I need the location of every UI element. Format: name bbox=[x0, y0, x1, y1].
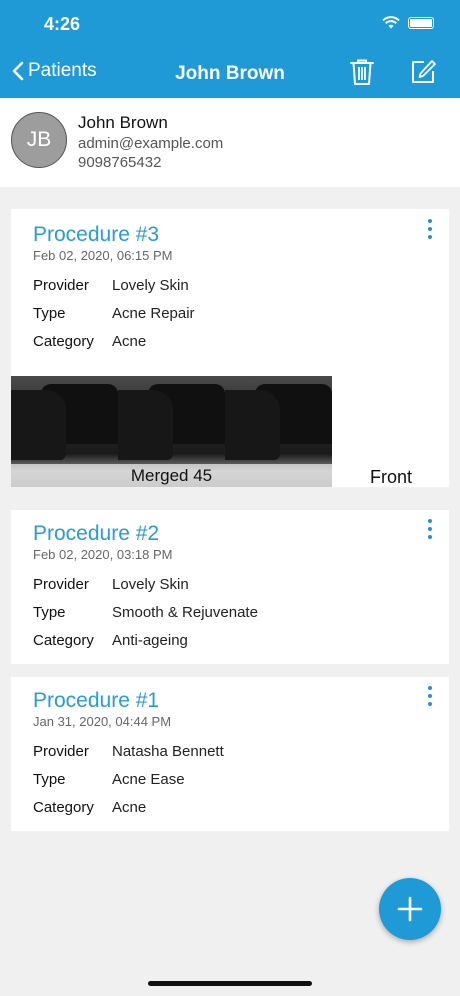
provider-value: Lovely Skin bbox=[112, 277, 189, 294]
procedure-card[interactable]: Procedure #2 Feb 02, 2020, 03:18 PM Prov… bbox=[11, 510, 449, 664]
more-vertical-icon bbox=[428, 519, 432, 523]
provider-value: Lovely Skin bbox=[112, 576, 189, 593]
category-value: Acne bbox=[112, 333, 147, 350]
more-options-button[interactable] bbox=[424, 219, 436, 239]
patient-email: admin@example.com bbox=[78, 135, 224, 152]
status-icons bbox=[382, 16, 434, 29]
provider-label: Provider bbox=[33, 576, 89, 593]
category-label: Category bbox=[33, 333, 94, 350]
photo-caption: Merged 45 bbox=[11, 464, 332, 487]
chevron-left-icon bbox=[12, 61, 24, 81]
type-label: Type bbox=[33, 604, 66, 621]
edit-icon bbox=[412, 60, 436, 83]
patient-summary: JB John Brown admin@example.com 90987654… bbox=[0, 98, 460, 187]
type-label: Type bbox=[33, 771, 66, 788]
back-button[interactable]: Patients bbox=[12, 60, 97, 82]
more-vertical-icon bbox=[428, 219, 432, 223]
procedure-card[interactable]: Procedure #1 Jan 31, 2020, 04:44 PM Prov… bbox=[11, 677, 449, 831]
battery-icon bbox=[408, 16, 434, 29]
patient-phone: 9098765432 bbox=[78, 154, 162, 171]
add-procedure-button[interactable] bbox=[379, 878, 441, 940]
type-value: Smooth & Rejuvenate bbox=[112, 604, 258, 621]
more-options-button[interactable] bbox=[424, 519, 436, 539]
category-value: Anti-ageing bbox=[112, 632, 188, 649]
edit-button[interactable] bbox=[410, 59, 436, 90]
category-label: Category bbox=[33, 632, 94, 649]
photo-view-label: Front bbox=[370, 467, 413, 487]
plus-icon bbox=[397, 896, 423, 922]
delete-button[interactable] bbox=[349, 58, 375, 91]
procedure-photo[interactable]: Merged 45 bbox=[11, 376, 332, 487]
category-label: Category bbox=[33, 799, 94, 816]
avatar: JB bbox=[11, 112, 67, 168]
type-value: Acne Repair bbox=[112, 305, 195, 322]
more-options-button[interactable] bbox=[424, 686, 436, 706]
procedure-title: Procedure #1 bbox=[33, 689, 160, 712]
provider-label: Provider bbox=[33, 743, 89, 760]
wifi-icon bbox=[382, 16, 400, 29]
type-label: Type bbox=[33, 305, 66, 322]
procedure-date: Feb 02, 2020, 03:18 PM bbox=[33, 547, 173, 562]
procedure-card[interactable]: Procedure #3 Feb 02, 2020, 06:15 PM Prov… bbox=[11, 209, 449, 487]
type-value: Acne Ease bbox=[112, 771, 185, 788]
trash-icon bbox=[350, 59, 374, 85]
patient-name: John Brown bbox=[78, 113, 168, 132]
procedure-title: Procedure #3 bbox=[33, 223, 160, 246]
app-header: 4:26 Patients John Brown bbox=[0, 0, 460, 98]
home-indicator bbox=[148, 981, 312, 986]
back-label: Patients bbox=[28, 60, 97, 81]
status-time: 4:26 bbox=[44, 14, 81, 34]
provider-value: Natasha Bennett bbox=[112, 743, 224, 760]
provider-label: Provider bbox=[33, 277, 89, 294]
more-vertical-icon bbox=[428, 686, 432, 690]
procedure-date: Jan 31, 2020, 04:44 PM bbox=[33, 714, 172, 729]
procedure-date: Feb 02, 2020, 06:15 PM bbox=[33, 248, 173, 263]
category-value: Acne bbox=[112, 799, 147, 816]
procedure-title: Procedure #2 bbox=[33, 522, 160, 545]
